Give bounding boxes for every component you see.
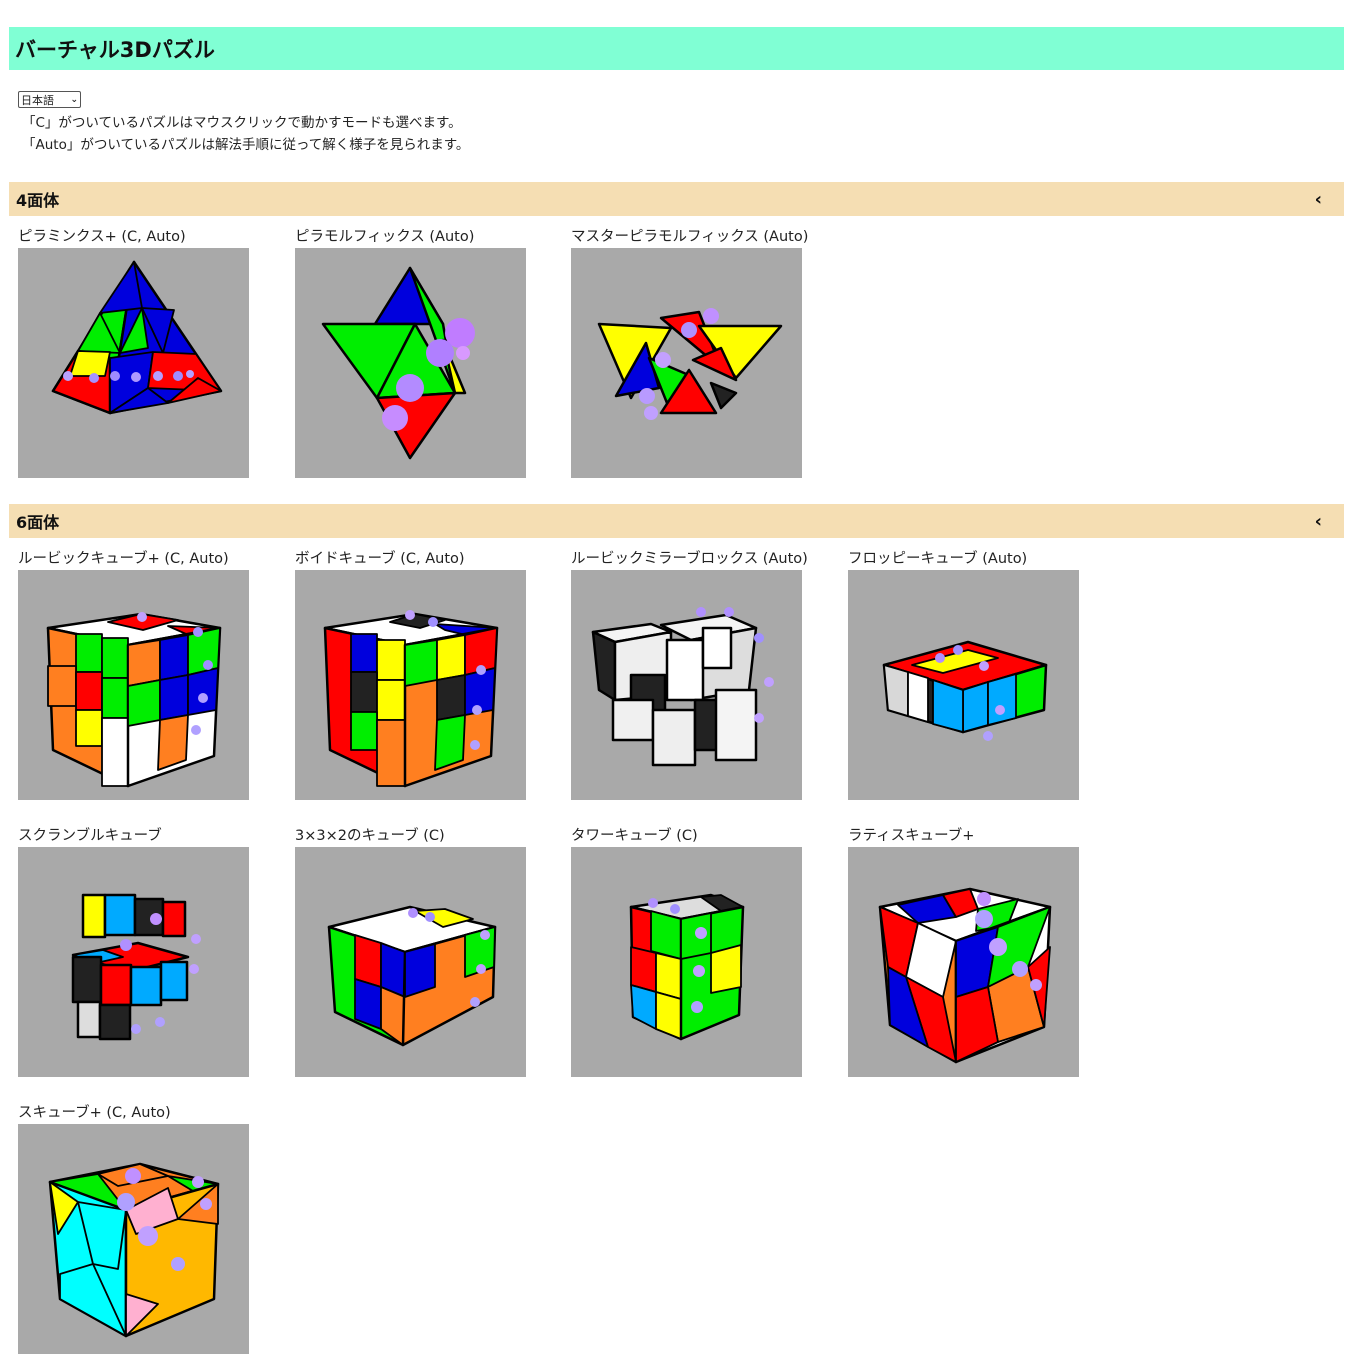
puzzle-card-3x3x2-cube[interactable]: 3×3×2のキューブ (C) [295, 825, 526, 1077]
section-title: 4面体 [16, 191, 60, 210]
section-header-hexahedron[interactable]: 6面体 ‹ [9, 504, 1344, 538]
language-select[interactable]: 日本語 ⌄ [18, 91, 81, 108]
puzzle-thumbnail[interactable] [18, 248, 249, 478]
puzzle-card-floppy-cube[interactable]: フロッピーキューブ (Auto) [848, 548, 1079, 800]
puzzle-label: ピラミンクス+ (C, Auto) [18, 229, 186, 245]
puzzle-thumbnail[interactable] [18, 1124, 249, 1354]
puzzle-label: ルービックキューブ+ (C, Auto) [18, 551, 229, 567]
puzzle-thumbnail[interactable] [295, 570, 526, 800]
puzzle-card-master-pyramorphix[interactable]: マスターピラモルフィックス (Auto) [571, 226, 809, 478]
page-header: バーチャル3Dパズル [9, 27, 1344, 70]
chevron-down-icon: ⌄ [70, 94, 78, 105]
puzzle-label: フロッピーキューブ (Auto) [848, 551, 1028, 567]
puzzle-thumbnail[interactable] [18, 847, 249, 1077]
puzzle-label: ピラモルフィックス (Auto) [295, 229, 475, 245]
puzzle-thumbnail[interactable] [295, 248, 526, 478]
puzzle-card-pyraminx[interactable]: ピラミンクス+ (C, Auto) [18, 226, 249, 478]
intro-line-auto: 「Auto」がついているパズルは解法手順に従って解く様子を見られます。 [22, 137, 470, 153]
puzzle-card-mirror-blocks[interactable]: ルービックミラーブロックス (Auto) [571, 548, 808, 800]
puzzle-label: 3×3×2のキューブ (C) [295, 828, 445, 844]
puzzle-thumbnail[interactable] [571, 847, 802, 1077]
puzzle-card-tower-cube[interactable]: タワーキューブ (C) [571, 825, 802, 1077]
puzzle-label: ボイドキューブ (C, Auto) [295, 551, 465, 567]
puzzle-card-scramble-cube[interactable]: スクランブルキューブ [18, 825, 249, 1077]
puzzle-card-rubiks-cube[interactable]: ルービックキューブ+ (C, Auto) [18, 548, 249, 800]
puzzle-thumbnail[interactable] [848, 570, 1079, 800]
section-header-tetrahedron[interactable]: 4面体 ‹ [9, 182, 1344, 216]
puzzle-thumbnail[interactable] [571, 248, 802, 478]
puzzle-label: スキューブ+ (C, Auto) [18, 1105, 171, 1121]
puzzle-label: ルービックミラーブロックス (Auto) [571, 551, 808, 567]
puzzle-card-skewb[interactable]: スキューブ+ (C, Auto) [18, 1102, 249, 1354]
puzzle-card-lattice-cube[interactable]: ラティスキューブ+ [848, 825, 1079, 1077]
language-select-value: 日本語 [21, 93, 54, 107]
section-title: 6面体 [16, 513, 60, 532]
chevron-left-icon[interactable]: ‹ [1315, 189, 1322, 210]
puzzle-thumbnail[interactable] [295, 847, 526, 1077]
puzzle-thumbnail[interactable] [18, 570, 249, 800]
chevron-left-icon[interactable]: ‹ [1315, 511, 1322, 532]
puzzle-thumbnail[interactable] [848, 847, 1079, 1077]
puzzle-label: タワーキューブ (C) [571, 828, 698, 844]
puzzle-card-pyramorphix[interactable]: ピラモルフィックス (Auto) [295, 226, 526, 478]
puzzle-thumbnail[interactable] [571, 570, 802, 800]
puzzle-label: ラティスキューブ+ [848, 828, 975, 844]
intro-line-c: 「C」がついているパズルはマウスクリックで動かすモードも選べます。 [22, 115, 462, 131]
puzzle-label: スクランブルキューブ [18, 828, 162, 844]
page-title: バーチャル3Dパズル [15, 37, 215, 62]
puzzle-card-void-cube[interactable]: ボイドキューブ (C, Auto) [295, 548, 526, 800]
puzzle-label: マスターピラモルフィックス (Auto) [571, 229, 809, 245]
